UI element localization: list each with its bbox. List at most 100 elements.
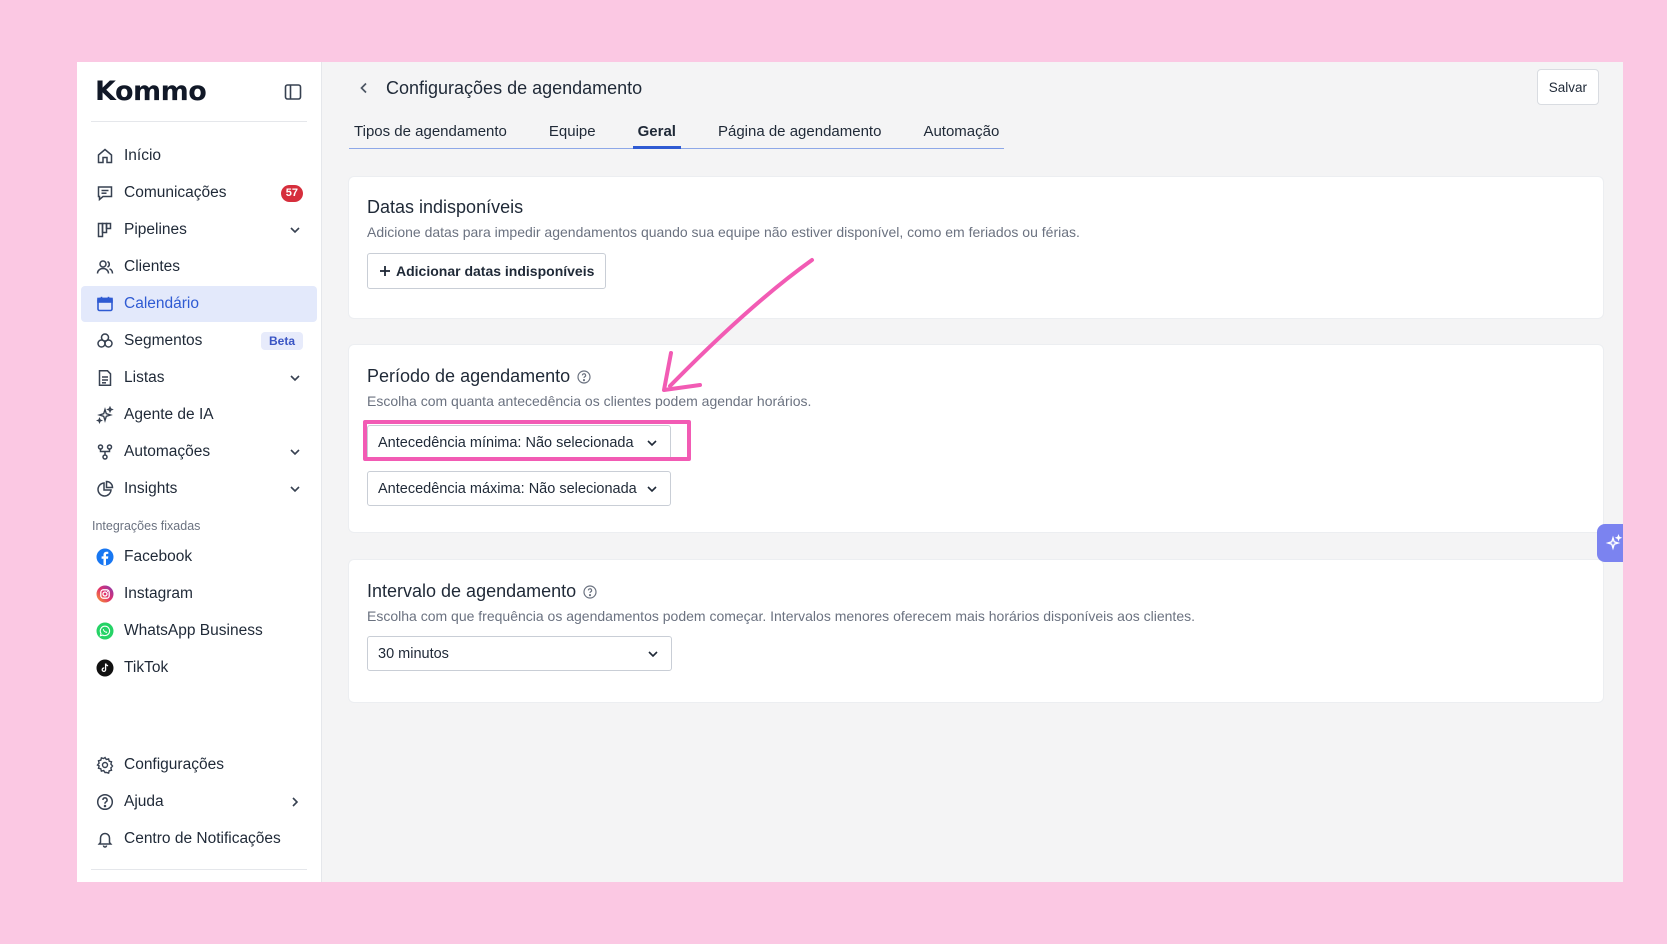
sidebar-item-label: Listas <box>124 369 165 386</box>
sparkles-icon <box>1605 534 1623 552</box>
sidebar-item-label: WhatsApp Business <box>124 622 263 639</box>
sidebar-item-ajuda[interactable]: Ajuda <box>81 784 317 820</box>
page-title: Configurações de agendamento <box>386 77 643 98</box>
pinned-integrations-label: Integrações fixadas <box>92 519 201 533</box>
chevron-down-icon[interactable] <box>287 370 303 386</box>
users-icon <box>95 257 115 277</box>
scheduling-interval-title: Intervalo de agendamento <box>367 581 577 601</box>
sidebar-item-label: TikTok <box>124 659 169 676</box>
chevron-right-icon[interactable] <box>287 794 303 810</box>
automation-icon <box>95 442 115 462</box>
sidebar-item-segmentos[interactable]: Segmentos Beta <box>81 323 317 359</box>
add-unavailable-dates-button[interactable]: Adicionar datas indisponíveis <box>367 253 607 289</box>
sidebar-bottom: Configurações Ajuda Centro de Notificaçõ… <box>77 747 321 858</box>
scheduling-period-heading: Período de agendamento <box>367 366 1585 387</box>
help-icon[interactable] <box>582 584 597 599</box>
sidebar-item-calendario[interactable]: Calendário <box>81 286 317 322</box>
app-window: Kommo Início Comunicações 57 Pipelines C… <box>77 62 1623 882</box>
sidebar-divider <box>91 869 307 870</box>
pipeline-icon <box>95 220 115 240</box>
sidebar-header: Kommo <box>91 62 307 122</box>
max-advance-value: Antecedência máxima: Não selecionada <box>378 480 637 497</box>
tab-geral[interactable]: Geral <box>632 114 682 149</box>
help-circle-icon <box>95 792 115 812</box>
save-button[interactable]: Salvar <box>1536 69 1599 105</box>
scheduling-period-description: Escolha com quanta antecedência os clien… <box>367 393 812 409</box>
scheduling-interval-description: Escolha com que frequência os agendament… <box>367 608 1195 624</box>
chevron-down-icon[interactable] <box>287 481 303 497</box>
unavailable-dates-description: Adicione datas para impedir agendamentos… <box>367 224 1080 240</box>
sidebar-item-agente-ia[interactable]: Agente de IA <box>81 397 317 433</box>
page-header: Configurações de agendamento Salvar <box>322 62 1623 114</box>
beta-badge: Beta <box>260 332 303 350</box>
chevron-down-icon[interactable] <box>287 444 303 460</box>
sidebar-item-label: Calendário <box>124 295 199 312</box>
facebook-icon <box>95 547 115 567</box>
scheduling-period-title: Período de agendamento <box>367 366 571 386</box>
sidebar-item-label: Facebook <box>124 548 193 565</box>
scheduling-interval-heading: Intervalo de agendamento <box>367 581 1585 602</box>
chart-pie-icon <box>95 479 115 499</box>
scheduling-interval-card: Intervalo de agendamento Escolha com que… <box>349 560 1603 702</box>
interval-select[interactable]: 30 minutos <box>367 636 672 671</box>
add-unavailable-dates-label: Adicionar datas indisponíveis <box>396 263 595 279</box>
sidebar-item-label: Clientes <box>124 258 180 275</box>
settings-tabs: Tipos de agendamento Equipe Geral Página… <box>349 114 1005 149</box>
unavailable-dates-card: Datas indisponíveis Adicione datas para … <box>349 177 1603 318</box>
ai-assistant-button[interactable] <box>1597 524 1623 562</box>
bell-icon <box>95 829 115 849</box>
tab-equipe[interactable]: Equipe <box>544 114 601 148</box>
chevron-down-icon[interactable] <box>287 222 303 238</box>
sidebar-nav: Início Comunicações 57 Pipelines Cliente… <box>77 122 321 686</box>
sidebar-item-facebook[interactable]: Facebook <box>81 539 317 575</box>
sidebar-item-clientes[interactable]: Clientes <box>81 249 317 285</box>
tab-tipos-de-agendamento[interactable]: Tipos de agendamento <box>349 114 512 148</box>
tiktok-icon <box>95 658 115 678</box>
sidebar-item-label: Segmentos <box>124 332 203 349</box>
tab-automacao[interactable]: Automação <box>918 114 1004 148</box>
plus-icon <box>379 265 391 277</box>
max-advance-select[interactable]: Antecedência máxima: Não selecionada <box>367 471 671 506</box>
sidebar-item-label: Centro de Notificações <box>124 830 281 847</box>
sidebar-item-label: Comunicações <box>124 184 227 201</box>
tab-pagina-de-agendamento[interactable]: Página de agendamento <box>713 114 886 148</box>
sidebar-collapse-icon[interactable] <box>283 82 303 102</box>
sidebar-item-label: Pipelines <box>124 221 187 238</box>
segments-icon <box>95 331 115 351</box>
instagram-icon <box>95 584 115 604</box>
home-icon <box>95 146 115 166</box>
sidebar-item-notificacoes[interactable]: Centro de Notificações <box>81 821 317 857</box>
interval-value: 30 minutos <box>378 645 449 662</box>
sidebar-item-comunicacoes[interactable]: Comunicações 57 <box>81 175 317 211</box>
back-arrow-icon[interactable] <box>354 78 374 98</box>
sidebar-item-label: Agente de IA <box>124 406 214 423</box>
sidebar-item-tiktok[interactable]: TikTok <box>81 650 317 686</box>
sidebar-item-label: Insights <box>124 480 178 497</box>
sidebar-item-whatsapp[interactable]: WhatsApp Business <box>81 613 317 649</box>
sidebar-item-insights[interactable]: Insights <box>81 471 317 507</box>
sidebar-item-label: Configurações <box>124 756 224 773</box>
kommo-logo[interactable]: Kommo <box>91 76 207 107</box>
sidebar-item-label: Automações <box>124 443 211 460</box>
sidebar-item-inicio[interactable]: Início <box>81 138 317 174</box>
sidebar: Kommo Início Comunicações 57 Pipelines C… <box>77 62 322 882</box>
sparkles-icon <box>95 405 115 425</box>
unread-count-badge: 57 <box>280 184 303 202</box>
gear-icon <box>95 755 115 775</box>
sidebar-item-listas[interactable]: Listas <box>81 360 317 396</box>
sidebar-item-label: Início <box>124 147 162 164</box>
chevron-down-icon <box>645 646 661 662</box>
sidebar-item-pipelines[interactable]: Pipelines <box>81 212 317 248</box>
annotation-highlight-box <box>363 420 691 461</box>
calendar-icon <box>95 294 115 314</box>
chat-icon <box>95 183 115 203</box>
help-icon[interactable] <box>576 369 591 384</box>
sidebar-item-instagram[interactable]: Instagram <box>81 576 317 612</box>
list-icon <box>95 368 115 388</box>
main-content: Configurações de agendamento Salvar Tipo… <box>322 62 1623 882</box>
sidebar-item-configuracoes[interactable]: Configurações <box>81 747 317 783</box>
sidebar-item-automacoes[interactable]: Automações <box>81 434 317 470</box>
whatsapp-icon <box>95 621 115 641</box>
sidebar-item-label: Instagram <box>124 585 193 602</box>
chevron-down-icon <box>644 481 660 497</box>
